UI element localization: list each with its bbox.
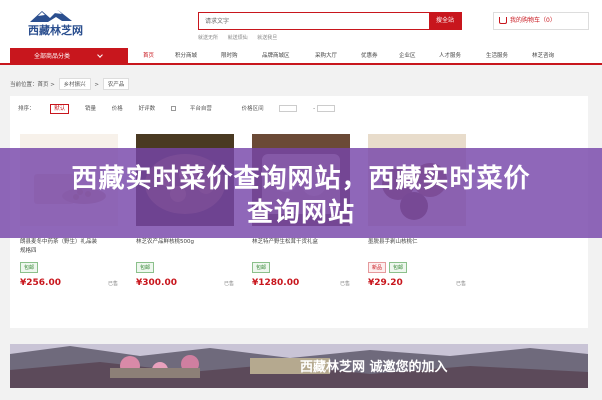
- price-min-input[interactable]: [279, 105, 298, 112]
- overlay-title-line1: 西藏实时菜价查询网站，西藏实时菜价: [71, 164, 531, 194]
- sort-label: 排序：: [18, 106, 35, 112]
- badge-free-shipping: 包邮: [389, 262, 408, 273]
- product-badges: 包邮: [136, 262, 157, 273]
- sort-sales[interactable]: 销量: [85, 106, 96, 112]
- breadcrumb-home[interactable]: 首页: [38, 82, 49, 88]
- sort-rating[interactable]: 好评数: [139, 106, 156, 112]
- cart-button[interactable]: 我的购物车（0）: [493, 12, 589, 30]
- hot-link[interactable]: 就送无所: [198, 35, 218, 41]
- self-operated-filter[interactable]: 平台自营: [170, 106, 226, 112]
- promo-banner[interactable]: [10, 344, 588, 388]
- overlay-title-line2: 查询网站: [246, 198, 355, 228]
- hot-link[interactable]: 就送烦仙: [228, 35, 248, 41]
- badge-free-shipping: 包邮: [252, 262, 271, 273]
- product-sold: 已售: [107, 281, 118, 287]
- nav-item-points-mall[interactable]: 积分商城: [175, 48, 197, 65]
- logo-text[interactable]: 西藏林芝网: [28, 22, 83, 38]
- nav-item-life[interactable]: 生活服务: [486, 48, 508, 65]
- product-title[interactable]: 墨脱县手剥山核桃仁: [368, 238, 466, 247]
- breadcrumb-label: 当前位置：: [10, 82, 38, 88]
- search-box[interactable]: 请求文字 搜全站: [198, 12, 462, 30]
- breadcrumb-level1[interactable]: 乡村振兴: [58, 78, 91, 90]
- banner-text: 西藏林芝网 诚邀您的加入: [300, 360, 448, 375]
- product-sold: 已售: [223, 281, 234, 287]
- search-input[interactable]: 请求文字: [205, 16, 229, 25]
- badge-free-shipping: 包邮: [20, 262, 39, 273]
- nav-item-purchase[interactable]: 采购大厅: [315, 48, 337, 65]
- price-range-label: 价格区间: [241, 106, 264, 112]
- product-sold: 已售: [455, 281, 466, 287]
- product-price: ¥29.20: [368, 278, 403, 288]
- nav-item-flash-sale[interactable]: 限时购: [221, 48, 238, 65]
- nav-item-coupons[interactable]: 优惠券: [361, 48, 378, 65]
- nav-item-enterprise[interactable]: 企业区: [399, 48, 416, 65]
- nav-item-home[interactable]: 首页: [143, 48, 154, 65]
- product-badges: 新品 包邮: [368, 262, 410, 273]
- nav-item-news[interactable]: 林芝咨询: [532, 48, 554, 65]
- hot-link[interactable]: 就送我旦: [257, 35, 277, 41]
- price-max-input[interactable]: [316, 105, 335, 112]
- category-button[interactable]: 全部商品分类: [10, 48, 128, 65]
- product-title[interactable]: 林芝特产野生松茸干货礼盒: [252, 238, 350, 247]
- sort-price[interactable]: 价格: [112, 106, 123, 112]
- nav-item-brand[interactable]: 品牌商城区: [262, 48, 290, 65]
- sort-default[interactable]: 默认: [50, 104, 70, 114]
- product-price: ¥256.00: [20, 278, 61, 288]
- product-title-line2: 规格四: [20, 248, 37, 254]
- sort-filters: 排序： 默认 销量 价格 好评数 平台自营 价格区间 -: [18, 104, 363, 114]
- product-badges: 包邮: [252, 262, 273, 273]
- badge-new: 新品: [368, 262, 387, 273]
- breadcrumb-level2[interactable]: 农产品: [102, 78, 130, 90]
- cart-icon: [499, 17, 507, 24]
- category-label: 全部商品分类: [34, 53, 71, 60]
- self-operated-checkbox[interactable]: [170, 106, 176, 111]
- overlay-title: 西藏实时菜价查询网站，西藏实时菜价 查询网站: [0, 162, 602, 230]
- product-price: ¥300.00: [136, 278, 177, 288]
- product-badges: 包邮: [20, 262, 41, 273]
- nav-item-talent[interactable]: 人才服务: [439, 48, 461, 65]
- chevron-down-icon: [97, 52, 103, 58]
- self-operated-label: 平台自营: [189, 106, 212, 112]
- cart-label: 我的购物车（0）: [510, 17, 556, 24]
- product-sold: 已售: [339, 281, 350, 287]
- hot-search-links: 就送无所 就送烦仙 就送我旦: [198, 34, 285, 41]
- product-price: ¥1280.00: [252, 278, 300, 288]
- price-range-filter: 价格区间 -: [241, 105, 349, 112]
- product-title[interactable]: 林芝农产品鲜核桃500g: [136, 238, 234, 247]
- product-title[interactable]: 朗县麦冬中药茶（野生）礼品装 规格四: [20, 238, 118, 256]
- product-title-line1: 朗县麦冬中药茶（野生）礼品装: [20, 239, 98, 245]
- search-button[interactable]: 搜全站: [429, 13, 461, 29]
- breadcrumb: 当前位置：首页 > 乡村振兴 > 农产品: [10, 78, 131, 90]
- badge-free-shipping: 包邮: [136, 262, 155, 273]
